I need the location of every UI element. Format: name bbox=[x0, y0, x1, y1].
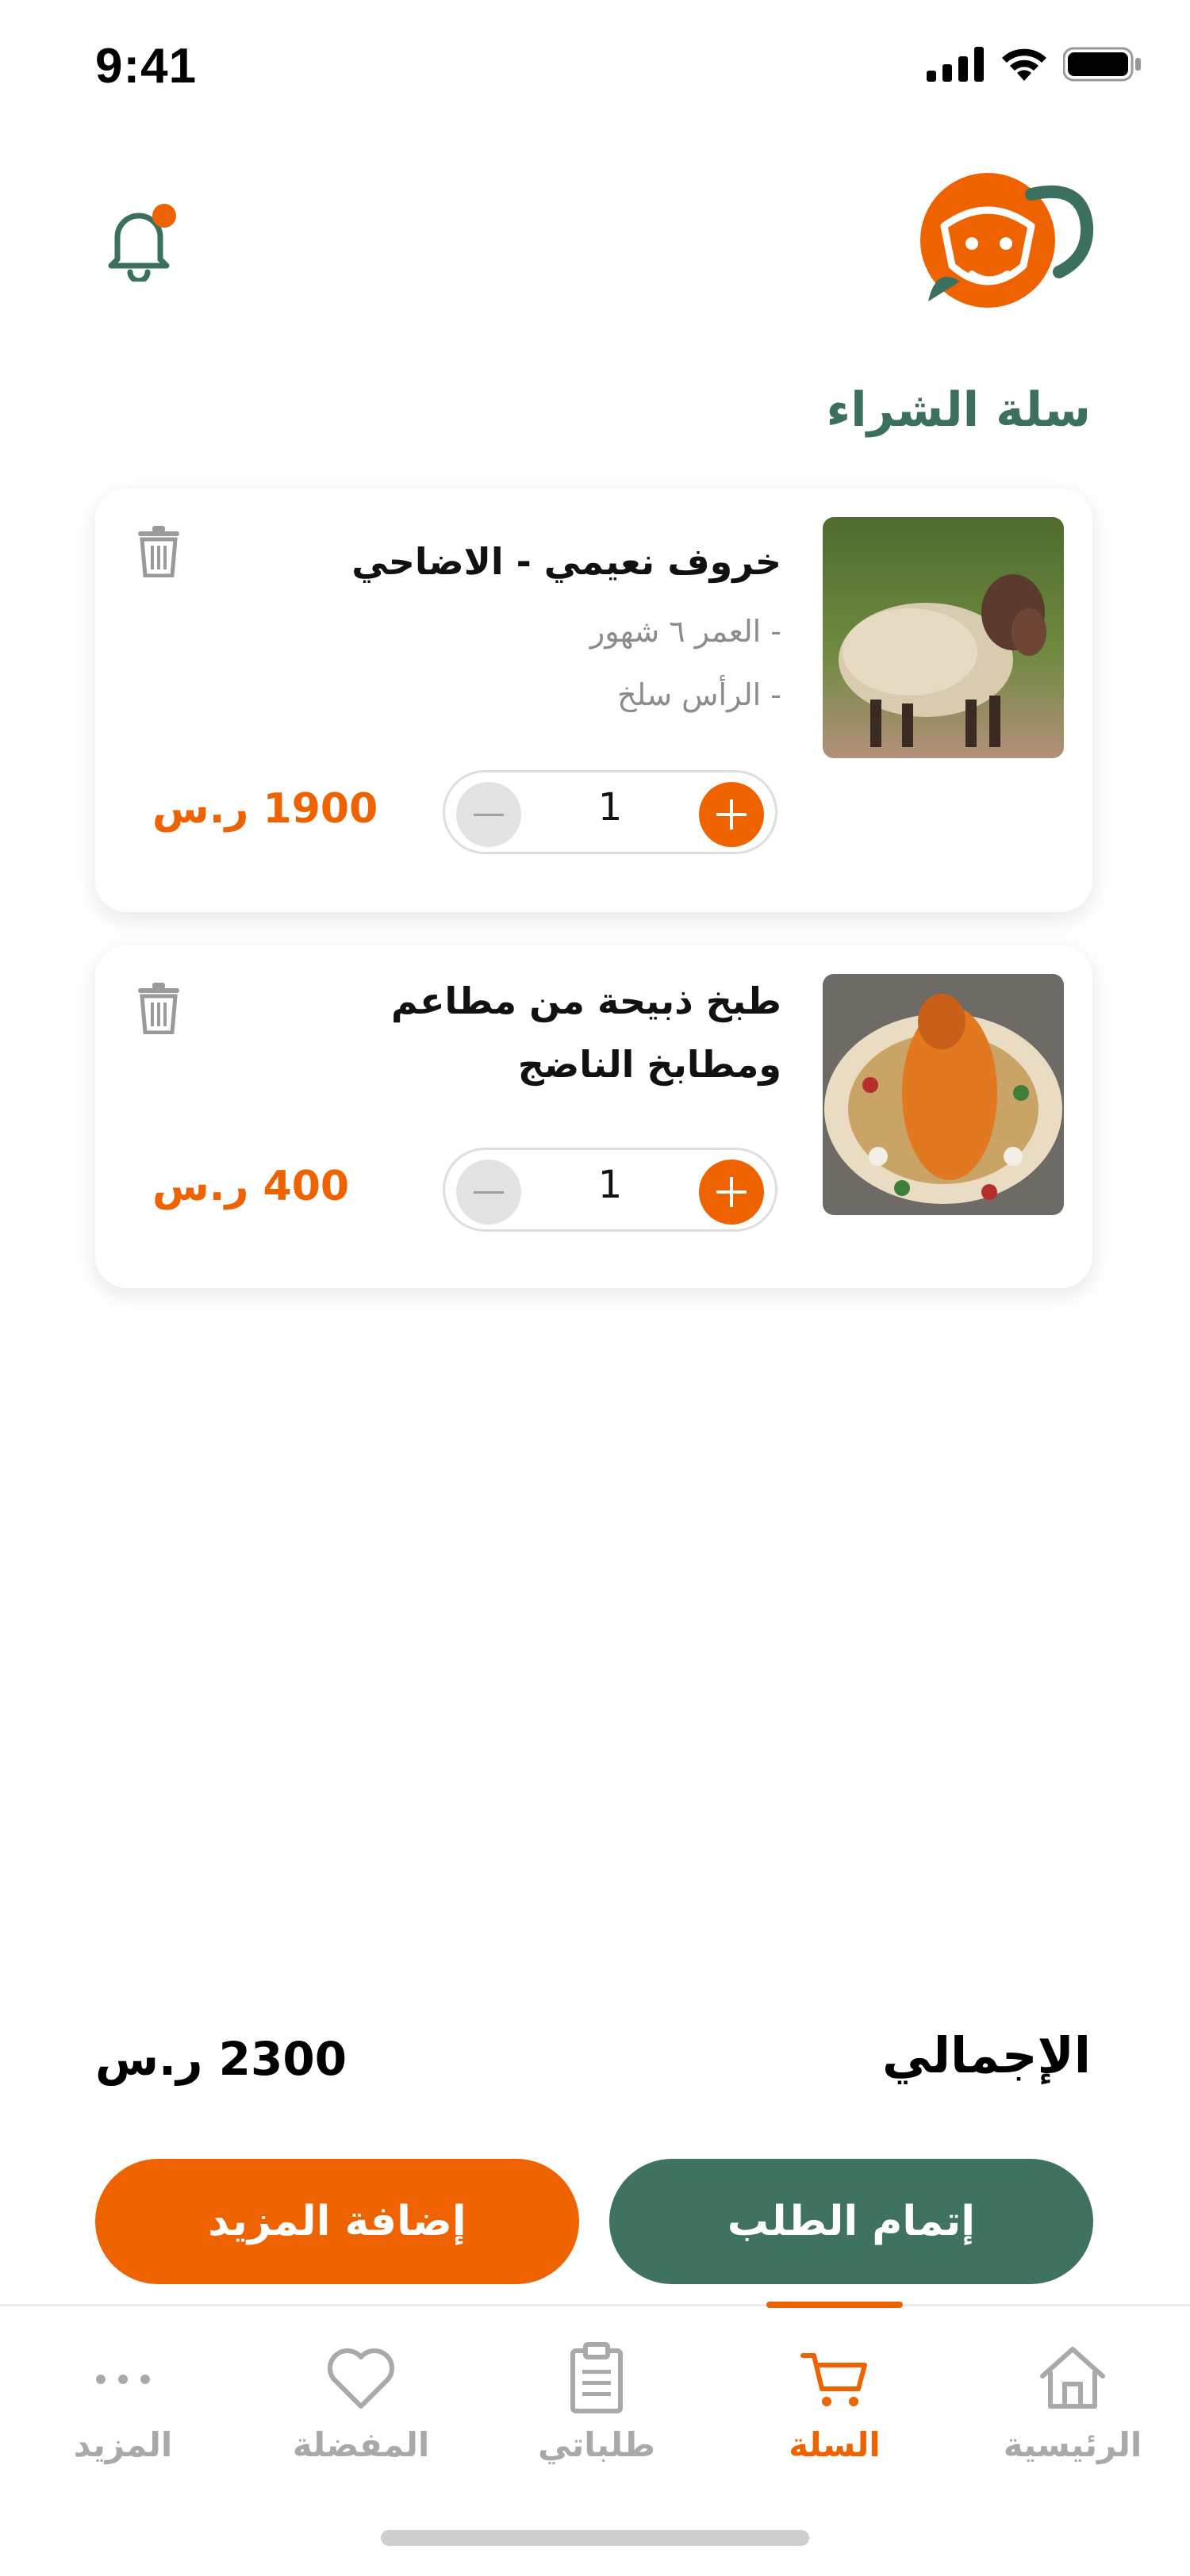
clipboard-icon bbox=[570, 2342, 623, 2413]
status-time: 9:41 bbox=[95, 39, 198, 94]
nav-item-more[interactable]: المزيد bbox=[28, 2340, 218, 2464]
total-value: 2300 ر.س bbox=[95, 2032, 347, 2086]
item-price: 1900 ر.س bbox=[152, 785, 378, 833]
more-dots-icon bbox=[96, 2375, 150, 2384]
increase-quantity-button[interactable] bbox=[699, 1160, 764, 1225]
plus-icon bbox=[716, 799, 747, 830]
total-label: الإجمالي bbox=[882, 2026, 1091, 2084]
wifi-icon bbox=[1002, 48, 1046, 81]
nav-label-favorites: المفضلة bbox=[292, 2425, 430, 2464]
nav-label-home: الرئيسية bbox=[1003, 2425, 1142, 2464]
trash-icon bbox=[138, 983, 179, 1035]
nav-item-orders[interactable]: طلباتي bbox=[501, 2340, 692, 2464]
home-icon bbox=[1040, 2347, 1105, 2409]
heart-icon bbox=[327, 2348, 395, 2409]
notification-badge bbox=[152, 204, 176, 228]
nav-label-cart: السلة bbox=[789, 2425, 881, 2464]
product-image bbox=[823, 517, 1064, 758]
battery-icon bbox=[1063, 47, 1141, 82]
item-title: خروف نعيمي - الاضاحي bbox=[351, 540, 781, 583]
cart-item-card: طبخ ذبيحة من مطاعم ومطابخ الناضج 1 400 ر… bbox=[95, 945, 1092, 1288]
nav-item-cart[interactable]: السلة bbox=[739, 2340, 930, 2464]
item-detail-age: - العمر ٦ شهور bbox=[589, 614, 781, 649]
nav-label-orders: طلباتي bbox=[538, 2425, 655, 2464]
checkout-button[interactable]: إتمام الطلب bbox=[609, 2159, 1093, 2284]
item-title-line-1: طبخ ذبيحة من مطاعم bbox=[391, 979, 781, 1022]
nav-label-more: المزيد bbox=[73, 2425, 173, 2464]
delete-item-button[interactable] bbox=[135, 525, 182, 578]
cart-item-card: خروف نعيمي - الاضاحي - العمر ٦ شهور - ال… bbox=[95, 489, 1092, 912]
quantity-stepper: 1 bbox=[443, 1148, 777, 1232]
signal-icon bbox=[927, 47, 984, 82]
item-price: 400 ر.س bbox=[152, 1163, 350, 1210]
delete-item-button[interactable] bbox=[135, 982, 182, 1035]
page-title: سلة الشراء bbox=[826, 382, 1092, 438]
nav-item-favorites[interactable]: المفضلة bbox=[266, 2340, 456, 2464]
brand-logo bbox=[912, 171, 1095, 313]
status-icons bbox=[927, 46, 1142, 82]
item-detail-head: - الرأس سلخ bbox=[617, 677, 781, 712]
quantity-stepper: 1 bbox=[443, 770, 777, 854]
bottom-nav-divider bbox=[0, 2304, 1190, 2306]
bottom-nav-active-indicator bbox=[766, 2302, 903, 2308]
increase-quantity-button[interactable] bbox=[699, 782, 764, 847]
plus-icon bbox=[716, 1177, 747, 1207]
cart-icon bbox=[800, 2353, 867, 2406]
home-indicator bbox=[381, 2530, 809, 2546]
add-more-button[interactable]: إضافة المزيد bbox=[95, 2159, 579, 2284]
product-image bbox=[823, 974, 1064, 1215]
item-title-line-2: ومطابخ الناضج bbox=[517, 1043, 781, 1086]
nav-item-home[interactable]: الرئيسية bbox=[977, 2340, 1168, 2464]
notification-bell-button[interactable] bbox=[103, 202, 182, 284]
trash-icon bbox=[138, 526, 179, 578]
